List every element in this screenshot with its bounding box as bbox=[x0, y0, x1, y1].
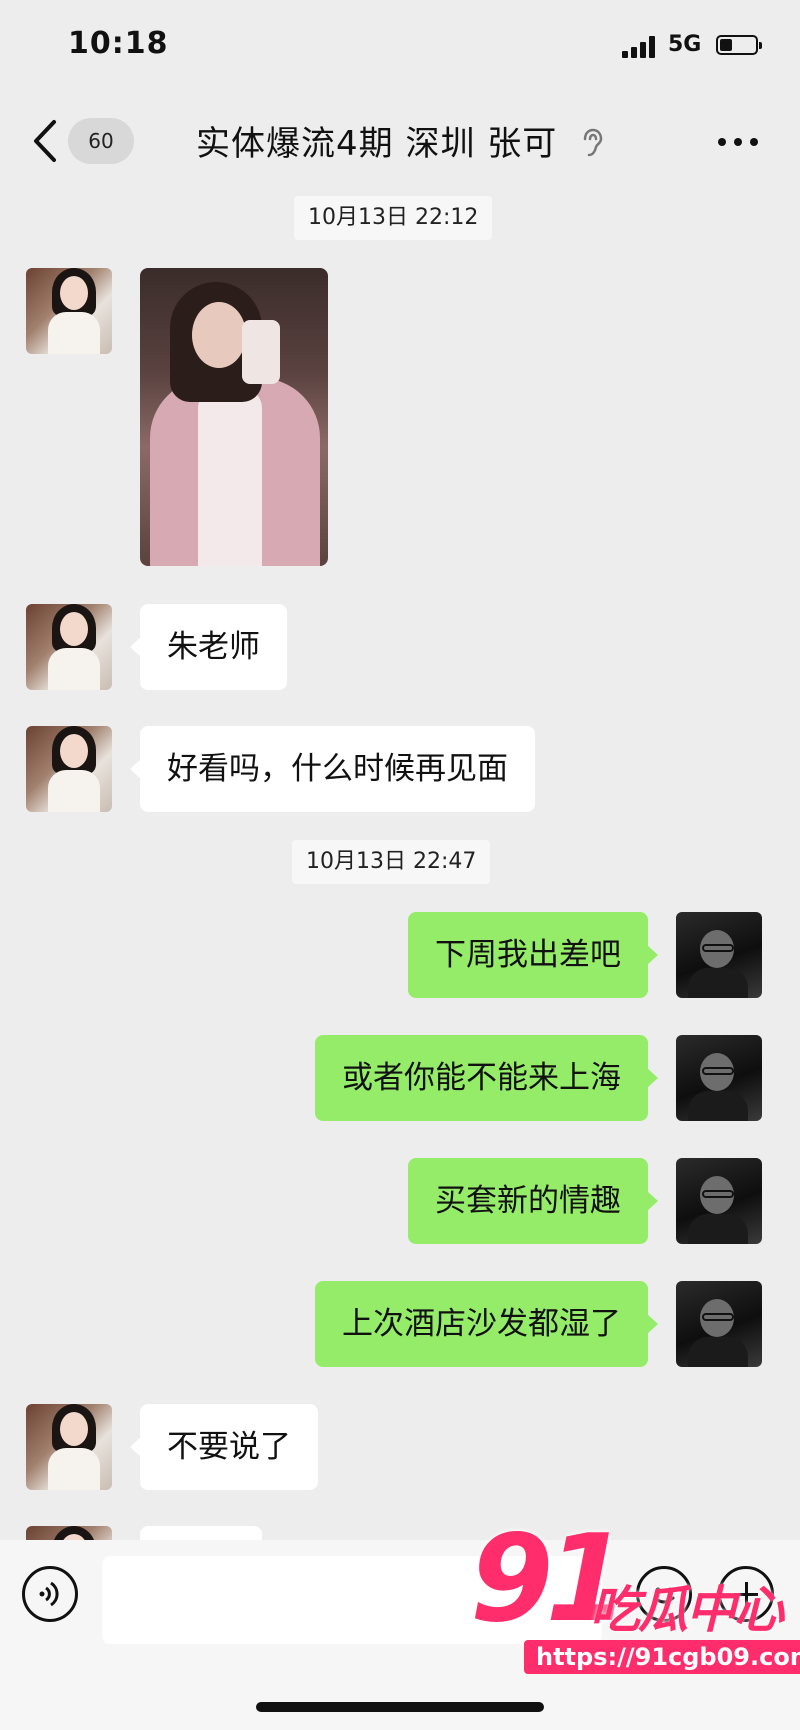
status-time: 10:18 bbox=[68, 26, 169, 61]
unread-count-badge[interactable]: 60 bbox=[68, 118, 134, 164]
outgoing-message-bubble[interactable]: 买套新的情趣 bbox=[408, 1158, 658, 1244]
my-avatar[interactable] bbox=[676, 1035, 762, 1121]
watermark-logo-text: 吃瓜中心 bbox=[590, 1581, 784, 1639]
watermark-url: https://91cgb09.com bbox=[524, 1640, 800, 1674]
more-options-icon[interactable] bbox=[718, 136, 758, 148]
incoming-message-bubble[interactable]: 不要说了 bbox=[130, 1404, 318, 1490]
incoming-message-bubble[interactable]: 好看吗，什么时候再见面 bbox=[130, 726, 535, 812]
incoming-message-bubble[interactable]: 朱老师 bbox=[130, 604, 287, 690]
ear-mute-icon bbox=[583, 128, 603, 157]
back-chevron-icon[interactable] bbox=[30, 118, 62, 164]
my-avatar[interactable] bbox=[676, 912, 762, 998]
signal-strength-icon bbox=[622, 36, 658, 58]
contact-avatar[interactable] bbox=[26, 726, 112, 812]
contact-avatar[interactable] bbox=[26, 268, 112, 354]
my-avatar[interactable] bbox=[676, 1281, 762, 1367]
contact-avatar[interactable] bbox=[26, 604, 112, 690]
outgoing-message-bubble[interactable]: 下周我出差吧 bbox=[408, 912, 658, 998]
message-timestamp: 10月13日 22:47 bbox=[292, 840, 491, 884]
chat-title: 实体爆流4期 深圳 张可 bbox=[196, 124, 558, 164]
message-timestamp: 10月13日 22:12 bbox=[294, 196, 493, 240]
image-message-photo[interactable] bbox=[140, 268, 328, 566]
outgoing-message-bubble[interactable]: 或者你能不能来上海 bbox=[315, 1035, 658, 1121]
voice-icon[interactable] bbox=[22, 1566, 78, 1622]
network-type: 5G bbox=[668, 32, 702, 57]
outgoing-message-bubble[interactable]: 上次酒店沙发都湿了 bbox=[315, 1281, 658, 1367]
contact-avatar[interactable] bbox=[26, 1404, 112, 1490]
my-avatar[interactable] bbox=[676, 1158, 762, 1244]
home-indicator[interactable] bbox=[256, 1702, 544, 1712]
battery-icon bbox=[716, 35, 762, 55]
